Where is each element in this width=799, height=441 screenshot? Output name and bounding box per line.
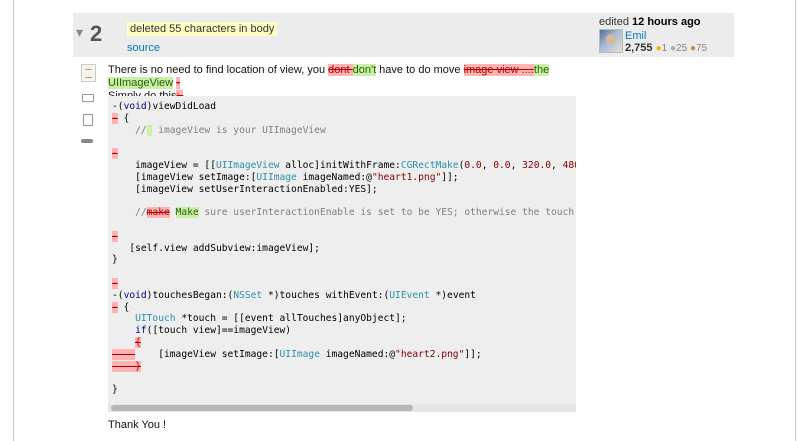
scrollbar-thumb[interactable] xyxy=(111,405,413,411)
code-horizontal-scrollbar[interactable] xyxy=(108,404,576,412)
user-reputation: 2,755 ●1 ●25 ●75 xyxy=(625,42,707,54)
source-link[interactable]: source xyxy=(127,42,160,54)
inserted-text: don't xyxy=(352,64,377,76)
edited-prefix: edited xyxy=(599,16,629,28)
deleted-text: - xyxy=(112,148,118,160)
markdown-icon[interactable] xyxy=(81,135,94,148)
user-avatar[interactable] xyxy=(599,29,623,53)
page-border-right xyxy=(795,0,796,441)
deleted-text: image view .... xyxy=(463,64,534,76)
page-border-left xyxy=(13,0,14,441)
deleted-text: dont xyxy=(328,64,353,76)
deleted-text: - xyxy=(112,230,118,242)
side-by-side-icon[interactable] xyxy=(81,91,94,104)
silver-badge-count: 25 xyxy=(676,43,688,54)
edited-info: edited 12 hours ago xyxy=(599,16,701,28)
reputation-score: 2,755 xyxy=(625,42,653,54)
deleted-text: - xyxy=(112,277,118,289)
code-diff: -(void)viewDidLoad - { // imageView is y… xyxy=(112,101,576,396)
inserted-text: Make xyxy=(175,207,199,219)
code-block: -(void)viewDidLoad - { // imageView is y… xyxy=(108,96,576,412)
deleted-text xyxy=(112,348,136,360)
body-text: have to do move xyxy=(376,64,464,76)
post-closing-text: Thank You ! xyxy=(108,419,167,431)
user-name-link[interactable]: Emil xyxy=(625,30,646,42)
badge-counts: ●1 ●25 ●75 xyxy=(656,43,708,54)
revision-comment: deleted 55 characters in body xyxy=(127,22,278,36)
diff-view-toolbar xyxy=(81,64,96,157)
deleted-text: - xyxy=(176,77,180,89)
deleted-text: make xyxy=(146,207,170,219)
bronze-badge-count: 75 xyxy=(695,43,708,54)
deleted-text: } xyxy=(112,360,141,372)
collapse-toggle-icon[interactable]: ▾ xyxy=(76,24,83,41)
deleted-text: { xyxy=(135,336,141,348)
body-text: There is no need to find location of vie… xyxy=(108,64,329,76)
edited-time[interactable]: 12 hours ago xyxy=(632,16,700,28)
gold-badge-count: 1 xyxy=(661,43,668,54)
rendered-output-icon[interactable] xyxy=(81,64,96,82)
revision-number: 2 xyxy=(90,21,103,46)
inline-diff-icon[interactable] xyxy=(81,113,94,126)
revision-header: ▾ 2 deleted 55 characters in body source… xyxy=(73,13,734,57)
